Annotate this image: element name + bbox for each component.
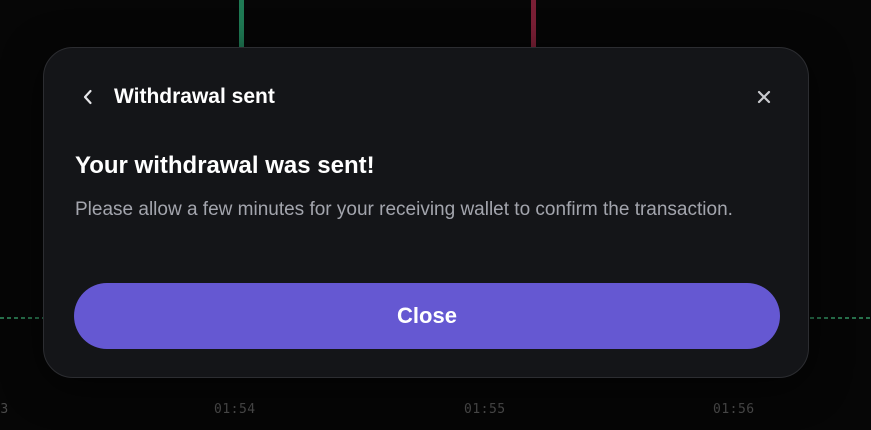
chart-time-label: 01:55 (464, 402, 506, 417)
chart-dashed-line (0, 317, 44, 319)
back-button[interactable] (77, 84, 99, 110)
close-button[interactable]: Close (74, 283, 780, 349)
withdrawal-sent-dialog: Withdrawal sent Your withdrawal was sent… (43, 47, 809, 378)
chart-candle-green (239, 0, 244, 48)
confirmation-message: Please allow a few minutes for your rece… (75, 199, 733, 220)
chart-dashed-line (810, 317, 871, 319)
app-stage: 53 01:54 01:55 01:56 Withdrawal sent You… (0, 0, 871, 430)
chart-time-label: 01:56 (713, 402, 755, 417)
chart-time-label: 53 (0, 402, 9, 417)
dismiss-button[interactable] (752, 84, 776, 110)
chevron-left-icon (83, 89, 92, 105)
dialog-title: Withdrawal sent (114, 85, 275, 108)
confirmation-heading: Your withdrawal was sent! (75, 152, 375, 179)
chart-time-label: 01:54 (214, 402, 256, 417)
chart-candle-red (531, 0, 536, 48)
close-icon (757, 90, 771, 104)
